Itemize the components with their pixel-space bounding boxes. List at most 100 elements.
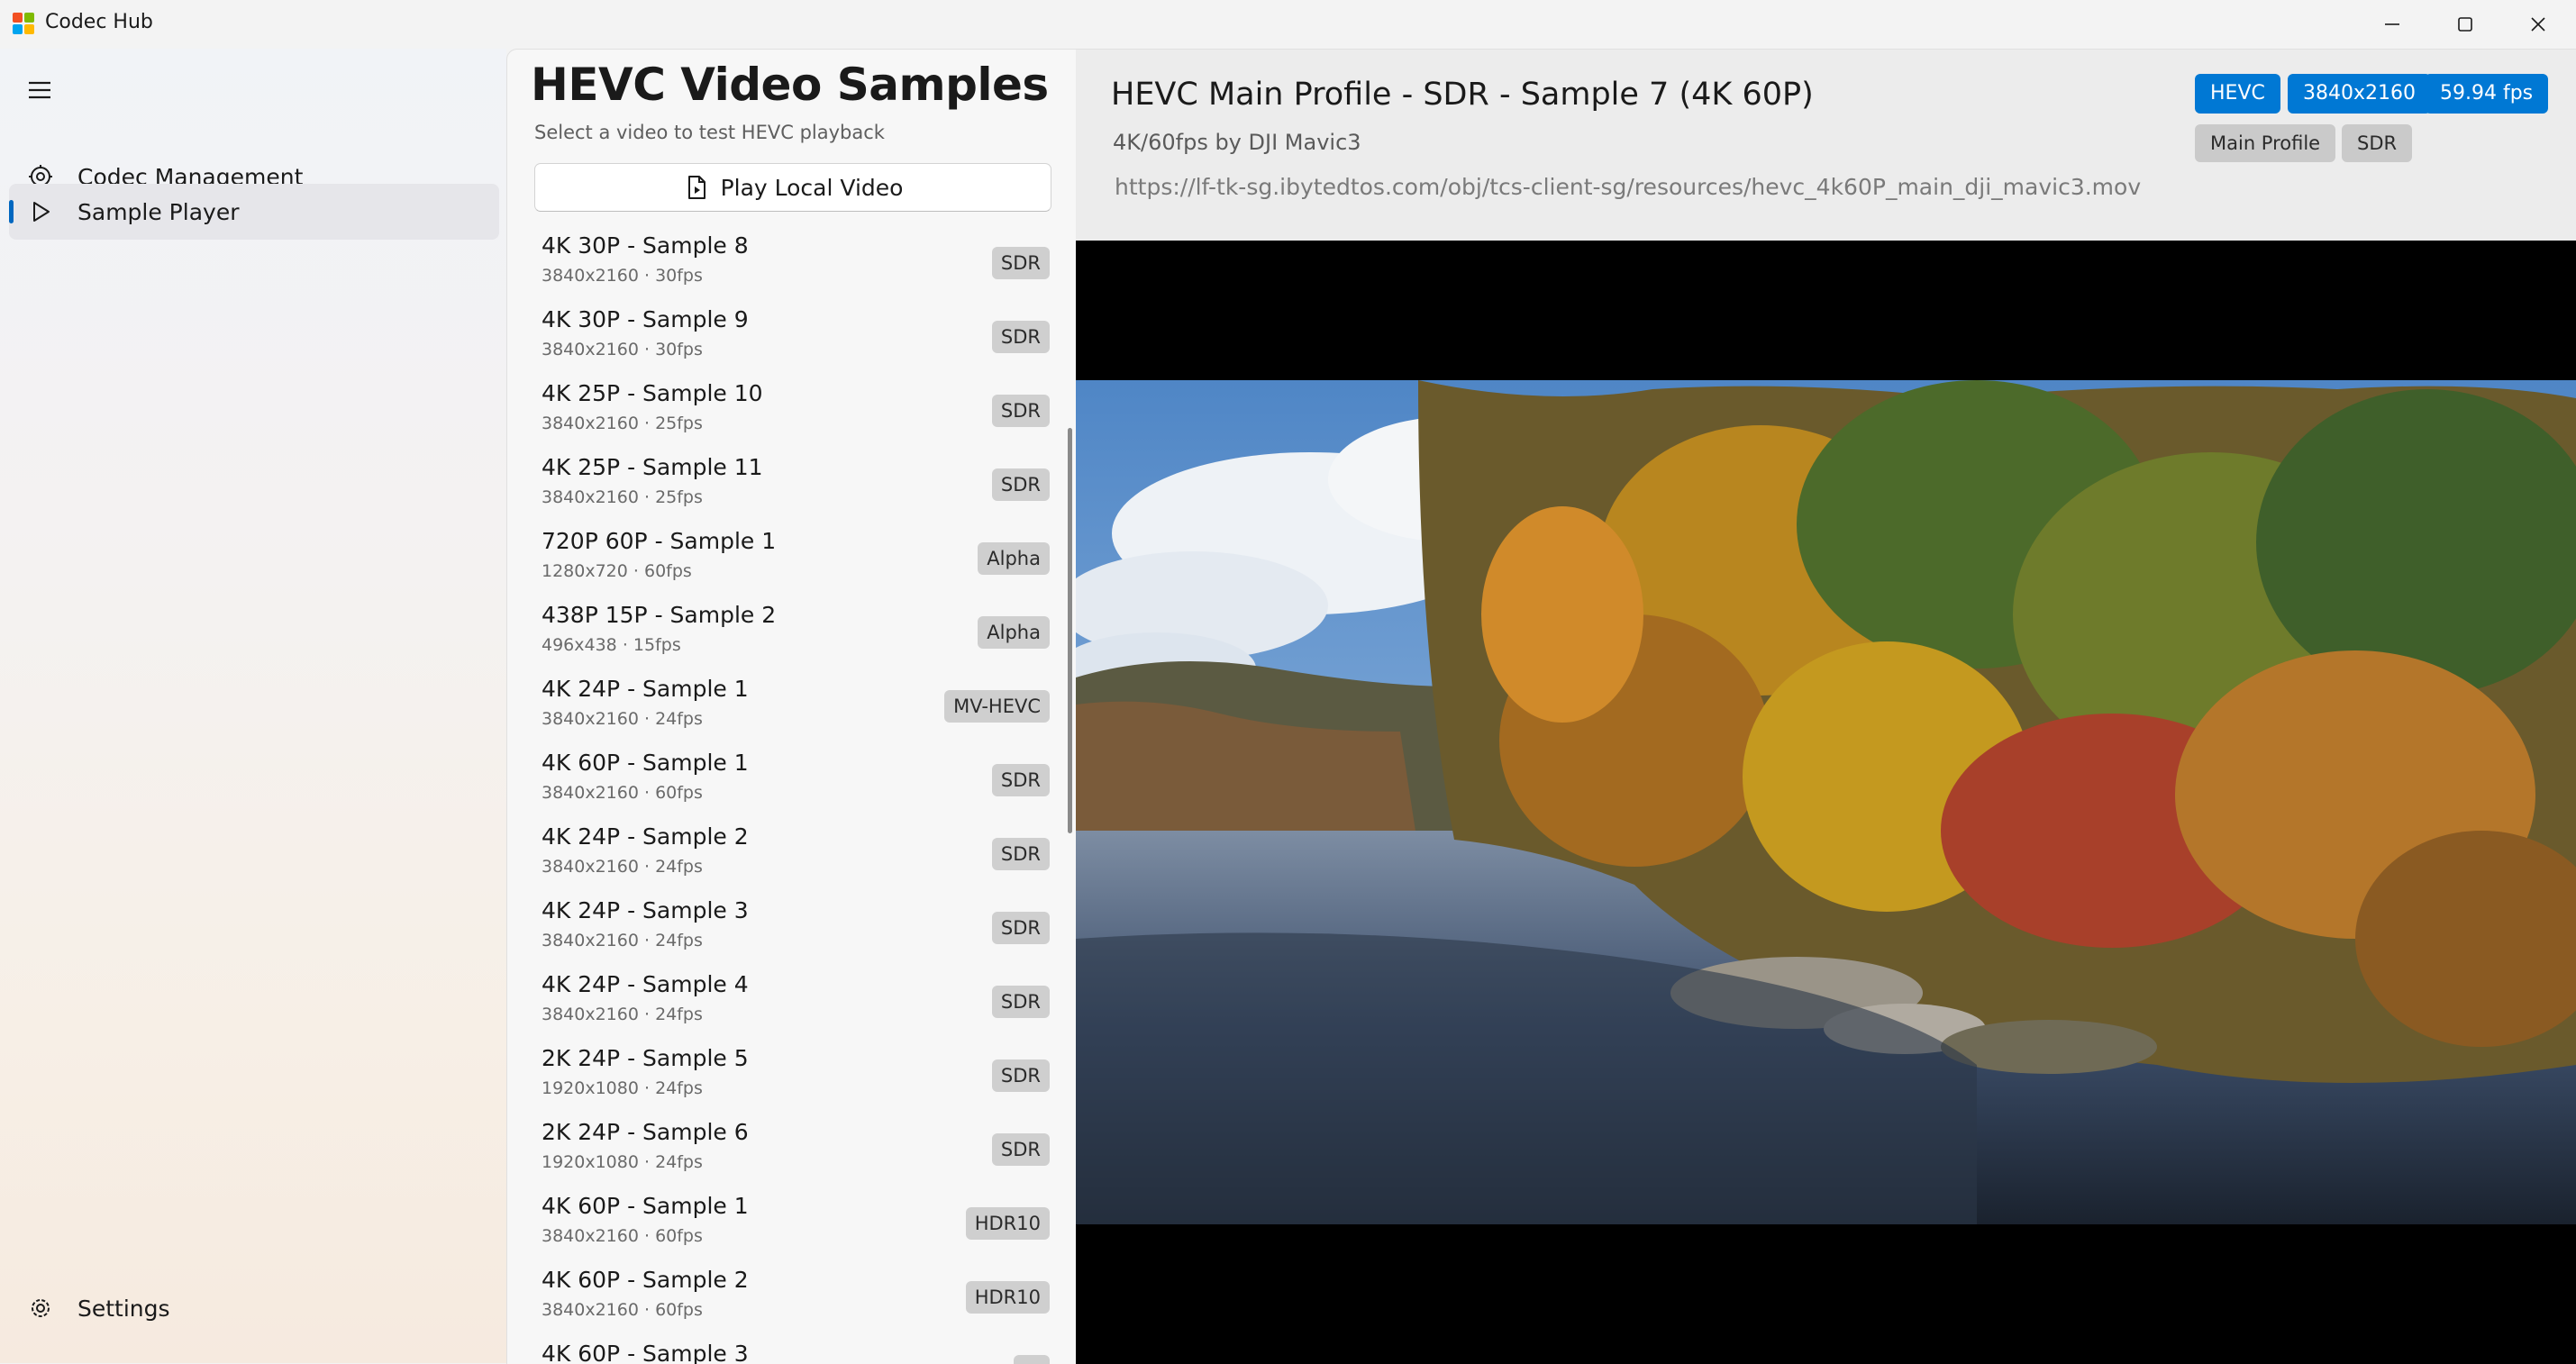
nav-item-label: Settings [77, 1295, 170, 1322]
format-badge: HDR10 [965, 1207, 1050, 1240]
video-info-header: HEVC Main Profile - SDR - Sample 7 (4K 6… [1076, 50, 2576, 241]
app-logo-icon [13, 13, 34, 34]
gear-icon [32, 1299, 50, 1317]
list-item-meta: 3840x2160 · 60fps [542, 783, 703, 803]
framerate-tag: 59.94 fps [2425, 74, 2549, 114]
nav-item-label: Sample Player [77, 198, 240, 225]
list-item-meta: 3840x2160 · 30fps [542, 340, 703, 359]
list-item-title: 438P 15P - Sample 2 [542, 602, 777, 628]
format-badge: SDR [991, 468, 1050, 501]
list-item-meta: 1280x720 · 60fps [542, 561, 692, 581]
play-local-video-label: Play Local Video [720, 174, 904, 201]
list-item[interactable]: 4K 60P - Sample 1 3840x2160 · 60fps SDR [534, 744, 1050, 818]
list-item-meta: 1920x1080 · 24fps [542, 1152, 703, 1172]
maximize-button[interactable] [2429, 0, 2501, 49]
detail-pane: HEVC Main Profile - SDR - Sample 7 (4K 6… [1076, 49, 2576, 1364]
format-badge: SDR [991, 764, 1050, 796]
list-item-meta: 496x438 · 15fps [542, 635, 681, 655]
format-badge: SDR [991, 395, 1050, 427]
hamburger-icon [29, 81, 50, 99]
list-item[interactable]: 4K 60P - Sample 1 3840x2160 · 60fps HDR1… [534, 1187, 1050, 1261]
list-item[interactable]: 4K 25P - Sample 10 3840x2160 · 25fps SDR [534, 375, 1050, 449]
list-item-title: 4K 24P - Sample 4 [542, 971, 749, 997]
codec-tag: HEVC [2195, 74, 2280, 114]
list-item-title: 4K 60P - Sample 1 [542, 1193, 749, 1219]
video-subtitle: 4K/60fps by DJI Mavic3 [1113, 130, 1361, 155]
list-item-title: 4K 30P - Sample 9 [542, 306, 749, 332]
profile-tag: Main Profile [2195, 124, 2336, 162]
video-url: https://lf-tk-sg.ibytedtos.com/obj/tcs-c… [1115, 174, 2142, 200]
list-item-title: 4K 60P - Sample 1 [542, 750, 749, 776]
dynamic-range-tag: SDR [2342, 124, 2413, 162]
list-item[interactable]: 4K 30P - Sample 9 3840x2160 · 30fps SDR [534, 301, 1050, 375]
format-badge: SDR [991, 1133, 1050, 1166]
format-badge: SDR [991, 1059, 1050, 1092]
list-item-title: 2K 24P - Sample 5 [542, 1045, 749, 1071]
navigation-pane: Codec Management Sample Player Settings [0, 49, 506, 1363]
list-item-title: 4K 60P - Sample 2 [542, 1267, 749, 1293]
title-bar: Codec Hub [0, 0, 2576, 49]
format-badge: SDR [991, 838, 1050, 870]
nav-item-settings[interactable]: Settings [9, 1280, 499, 1336]
list-item-meta: 3840x2160 · 24fps [542, 931, 703, 950]
list-scrollbar[interactable] [1068, 428, 1072, 833]
list-item[interactable]: 438P 15P - Sample 2 496x438 · 15fps Alph… [534, 596, 1050, 670]
format-badge: Alpha [978, 542, 1050, 575]
close-button[interactable] [2502, 0, 2574, 49]
list-item[interactable]: 720P 60P - Sample 1 1280x720 · 60fps Alp… [534, 523, 1050, 596]
video-player[interactable] [1076, 241, 2576, 1364]
list-item-meta: 3840x2160 · 25fps [542, 414, 703, 433]
list-item-meta: 3840x2160 · 25fps [542, 487, 703, 507]
list-item[interactable]: 4K 25P - Sample 11 3840x2160 · 25fps SDR [534, 449, 1050, 523]
list-item-meta: 3840x2160 · 30fps [542, 266, 703, 286]
list-item-title: 4K 25P - Sample 10 [542, 380, 763, 406]
menu-toggle-button[interactable] [22, 72, 58, 108]
list-item-title: 4K 24P - Sample 1 [542, 676, 749, 702]
maximize-icon [2458, 17, 2472, 32]
minimize-button[interactable] [2356, 0, 2428, 49]
page-title: HEVC Video Samples [531, 59, 1049, 111]
list-item[interactable]: 4K 30P - Sample 8 3840x2160 · 30fps SDR [534, 227, 1050, 301]
list-item-meta: 3840x2160 · 24fps [542, 709, 703, 729]
list-item-meta: 3840x2160 · 60fps [542, 1300, 703, 1320]
sample-list-panel: HEVC Video Samples Select a video to tes… [506, 49, 1077, 1364]
list-item[interactable]: 4K 24P - Sample 3 3840x2160 · 24fps SDR [534, 892, 1050, 966]
list-item-title: 4K 25P - Sample 11 [542, 454, 763, 480]
video-frame [1076, 380, 2576, 1224]
format-badge: SDR [991, 247, 1050, 279]
list-item-title: 720P 60P - Sample 1 [542, 528, 777, 554]
list-item-meta: 3840x2160 · 60fps [542, 1226, 703, 1246]
format-badge: MV-HEVC [944, 690, 1050, 723]
video-list: 4K 30P - Sample 8 3840x2160 · 30fps SDR … [507, 227, 1077, 1364]
list-item[interactable]: 4K 60P - Sample 3 [534, 1335, 1050, 1364]
format-badge: SDR [991, 986, 1050, 1018]
list-item[interactable]: 2K 24P - Sample 6 1920x1080 · 24fps SDR [534, 1114, 1050, 1187]
list-item-title: 4K 24P - Sample 2 [542, 823, 749, 850]
format-badge: HDR10 [965, 1281, 1050, 1314]
format-badge: SDR [991, 912, 1050, 944]
resolution-tag: 3840x2160 [2288, 74, 2431, 114]
play-icon [33, 202, 50, 222]
nav-item-sample-player[interactable]: Sample Player [9, 184, 499, 240]
list-item-meta: 1920x1080 · 24fps [542, 1078, 703, 1098]
list-item[interactable]: 4K 24P - Sample 1 3840x2160 · 24fps MV-H… [534, 670, 1050, 744]
format-badge: SDR [991, 321, 1050, 353]
list-item[interactable]: 4K 24P - Sample 2 3840x2160 · 24fps SDR [534, 818, 1050, 892]
minimize-icon [2385, 23, 2399, 25]
list-item-meta: 3840x2160 · 24fps [542, 1005, 703, 1024]
list-item[interactable]: 2K 24P - Sample 5 1920x1080 · 24fps SDR [534, 1040, 1050, 1114]
list-item-title: 4K 24P - Sample 3 [542, 897, 749, 923]
app-title: Codec Hub [45, 11, 153, 33]
selection-indicator [9, 200, 14, 223]
list-item[interactable]: 4K 24P - Sample 4 3840x2160 · 24fps SDR [534, 966, 1050, 1040]
list-item-meta: 3840x2160 · 24fps [542, 857, 703, 877]
video-file-icon [687, 176, 705, 199]
page-subtitle: Select a video to test HEVC playback [534, 122, 885, 143]
play-local-video-button[interactable]: Play Local Video [534, 163, 1051, 212]
list-item-title: 4K 60P - Sample 3 [542, 1341, 749, 1364]
list-item-title: 2K 24P - Sample 6 [542, 1119, 749, 1145]
list-item[interactable]: 4K 60P - Sample 2 3840x2160 · 60fps HDR1… [534, 1261, 1050, 1335]
format-badge: Alpha [978, 616, 1050, 649]
close-icon [2531, 17, 2545, 32]
video-title: HEVC Main Profile - SDR - Sample 7 (4K 6… [1111, 77, 1814, 113]
